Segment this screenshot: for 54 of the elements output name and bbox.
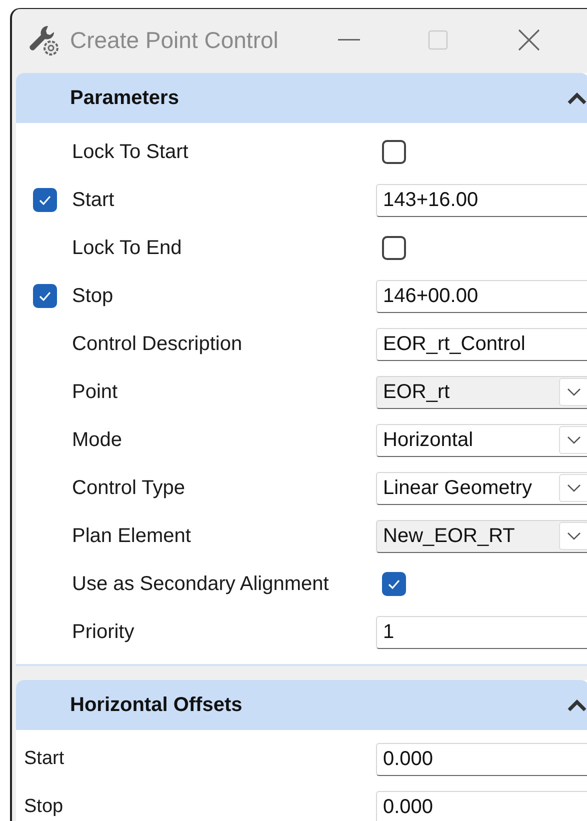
field-label: Priority [72, 620, 134, 645]
section-header[interactable]: Horizontal Offsets [16, 680, 587, 730]
field-value: EOR_rt_Control [383, 332, 526, 357]
section-title: Parameters [70, 86, 180, 111]
section-header[interactable]: Parameters [16, 73, 587, 123]
field-label: Stop [72, 284, 114, 309]
dropdown[interactable]: Linear Geometry [376, 472, 587, 504]
checkbox[interactable] [33, 284, 57, 308]
chevron-down-icon[interactable] [559, 522, 587, 550]
dropdown-value: New_EOR_RT [383, 524, 516, 549]
dropdown[interactable]: New_EOR_RT [376, 520, 587, 552]
field-value: 0.000 [383, 747, 434, 772]
field-label: Control Description [72, 332, 242, 357]
field-label: Plan Element [72, 524, 191, 549]
text-field[interactable]: 1 [376, 616, 587, 648]
dropdown[interactable]: Horizontal [376, 424, 587, 456]
chevron-down-icon[interactable] [559, 426, 587, 454]
text-field[interactable]: 0.000 [376, 790, 587, 821]
checkbox[interactable] [382, 572, 406, 596]
text-field[interactable]: 0.000 [376, 742, 587, 776]
dropdown[interactable]: EOR_rt [376, 376, 587, 408]
section-title: Horizontal Offsets [70, 693, 244, 718]
close-icon[interactable] [518, 29, 540, 51]
dropdown-value: Horizontal [383, 428, 474, 453]
field-label: Use as Secondary Alignment [72, 572, 329, 597]
checkbox[interactable] [382, 236, 406, 260]
field-label: Stop [24, 794, 64, 819]
field-label: Start [24, 746, 64, 771]
dropdown-value: Linear Geometry [383, 476, 533, 501]
minimize-icon[interactable] [338, 38, 360, 42]
field-label: Point [72, 380, 118, 405]
window-title: Create Point Control [70, 26, 278, 55]
field-label: Lock To Start [72, 140, 188, 165]
field-value: 143+16.00 [383, 188, 478, 213]
field-label: Control Type [72, 476, 186, 501]
dropdown-value: EOR_rt [383, 380, 451, 405]
checkmark-icon [387, 577, 401, 591]
text-field[interactable]: 143+16.00 [376, 184, 587, 216]
chevron-up-icon[interactable] [567, 92, 587, 104]
checkbox[interactable] [33, 188, 57, 212]
field-label: Start [72, 188, 114, 213]
field-value: 1 [383, 620, 394, 645]
checkmark-icon [38, 289, 52, 303]
checkmark-icon [38, 193, 52, 207]
field-value: 146+00.00 [383, 284, 478, 309]
field-label: Mode [72, 428, 122, 453]
field-label: Lock To End [72, 236, 182, 261]
checkbox[interactable] [382, 140, 406, 164]
chevron-down-icon[interactable] [559, 474, 587, 502]
text-field[interactable]: 146+00.00 [376, 280, 587, 312]
text-field[interactable]: EOR_rt_Control [376, 328, 587, 360]
chevron-up-icon[interactable] [567, 698, 587, 712]
field-value: 0.000 [383, 795, 434, 820]
chevron-down-icon[interactable] [559, 378, 587, 406]
